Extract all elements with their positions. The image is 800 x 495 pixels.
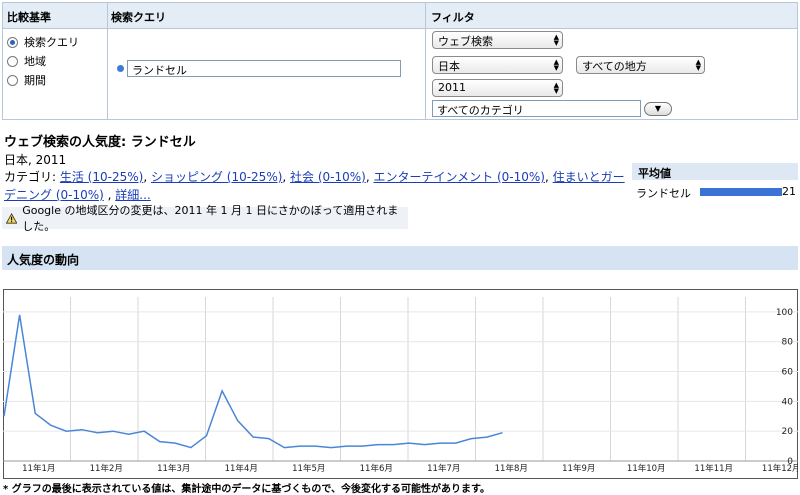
category-input[interactable]: すべてのカテゴリ bbox=[432, 100, 641, 117]
x-tick-label: 11年1月 bbox=[22, 463, 55, 474]
trend-section-header: 人気度の動向 bbox=[2, 246, 798, 270]
x-tick-label: 11年3月 bbox=[157, 463, 190, 474]
radio-compare-region[interactable]: 地域 bbox=[7, 53, 46, 69]
region-change-notice: Google の地域区分の変更は、2011 年 1 月 1 日にさかのぼって適用… bbox=[2, 204, 408, 233]
category-list: カテゴリ: 生活 (10-25%), ショッピング (10-25%), 社会 (… bbox=[4, 170, 625, 202]
categories-label: カテゴリ: bbox=[4, 170, 60, 184]
radio-button[interactable] bbox=[7, 74, 18, 86]
region-select[interactable]: すべての地方 ▲ ▼ bbox=[576, 56, 705, 74]
radio-label: 期間 bbox=[24, 74, 46, 87]
chevron-down-icon: ▼ bbox=[654, 104, 662, 113]
compare-header: 比較基準 bbox=[7, 11, 51, 24]
updown-arrow-icon: ▲ ▼ bbox=[553, 33, 559, 47]
page-subtitle: 日本, 2011 bbox=[4, 153, 67, 167]
y-tick-label: 80 bbox=[782, 338, 794, 348]
y-tick-label: 60 bbox=[782, 368, 794, 378]
filter-header: フィルタ bbox=[431, 11, 475, 24]
radio-compare-period[interactable]: 期間 bbox=[7, 72, 46, 88]
search-term-input[interactable]: ランドセル bbox=[127, 60, 401, 77]
x-tick-label: 11年9月 bbox=[562, 463, 595, 474]
radio-label: 地域 bbox=[24, 55, 46, 68]
select-value: 2011 bbox=[438, 81, 466, 94]
x-tick-label: 11年4月 bbox=[225, 463, 258, 474]
category-dropdown-button[interactable]: ▼ bbox=[644, 102, 672, 116]
y-tick-label: 0 bbox=[787, 457, 793, 467]
x-tick-label: 11年6月 bbox=[360, 463, 393, 474]
radio-label: 検索クエリ bbox=[24, 36, 79, 49]
x-tick-label: 11年5月 bbox=[292, 463, 325, 474]
page-title: ウェブ検索の人気度: ランドセル bbox=[4, 135, 196, 150]
radio-button[interactable] bbox=[7, 55, 18, 67]
average-value: 21 bbox=[782, 185, 796, 198]
updown-arrow-icon: ▲ ▼ bbox=[553, 81, 559, 95]
average-bar bbox=[700, 188, 782, 196]
select-value: 日本 bbox=[438, 60, 460, 73]
select-value: すべての地方 bbox=[582, 60, 647, 73]
chart-footnote: * グラフの最後に表示されている値は、集計途中のデータに基づくもので、今後変化す… bbox=[3, 484, 491, 495]
x-tick-label: 11年11月 bbox=[694, 463, 733, 474]
average-panel: 平均値 ランドセル 21 bbox=[632, 163, 798, 203]
select-value: ウェブ検索 bbox=[438, 35, 493, 48]
category-link[interactable]: 社会 (0-10%) bbox=[290, 170, 366, 184]
notice-text: Google の地域区分の変更は、2011 年 1 月 1 日にさかのぼって適用… bbox=[22, 204, 399, 233]
category-link[interactable]: エンターテインメント (0-10%) bbox=[374, 170, 545, 184]
updown-arrow-icon: ▲ ▼ bbox=[695, 58, 701, 72]
average-row: ランドセル 21 bbox=[636, 185, 798, 200]
x-tick-label: 11年7月 bbox=[427, 463, 460, 474]
average-term: ランドセル bbox=[636, 187, 691, 200]
updown-arrow-icon: ▲ ▼ bbox=[553, 58, 559, 72]
y-tick-label: 20 bbox=[782, 427, 794, 437]
average-header: 平均値 bbox=[632, 163, 798, 180]
trend-chart: 11年1月 11年2月 11年3月 11年4月 11年5月 11年6月 11年7月 11年8月… bbox=[3, 289, 798, 479]
query-header: 検索クエリ bbox=[111, 11, 166, 24]
column-divider bbox=[107, 3, 108, 119]
search-type-select[interactable]: ウェブ検索 ▲ ▼ bbox=[432, 31, 563, 49]
more-categories-link[interactable]: 詳細... bbox=[115, 188, 150, 202]
y-tick-label: 100 bbox=[776, 308, 793, 318]
column-divider bbox=[425, 3, 426, 119]
x-tick-label: 11年2月 bbox=[90, 463, 123, 474]
term-color-dot bbox=[117, 65, 124, 72]
category-link[interactable]: ショッピング (10-25%) bbox=[151, 170, 282, 184]
radio-compare-query[interactable]: 検索クエリ bbox=[7, 34, 79, 50]
warning-icon bbox=[6, 212, 18, 224]
year-select[interactable]: 2011 ▲ ▼ bbox=[432, 79, 563, 97]
y-tick-label: 40 bbox=[782, 397, 794, 407]
filter-panel: 比較基準 検索クエリ フィルタ 検索クエリ 地域 期間 ランドセル ウェブ検索 … bbox=[2, 2, 798, 120]
x-tick-label: 11年10月 bbox=[627, 463, 666, 474]
radio-button-checked[interactable] bbox=[7, 36, 18, 48]
category-link[interactable]: 生活 (10-25%) bbox=[60, 170, 143, 184]
x-tick-label: 11年8月 bbox=[495, 463, 528, 474]
country-select[interactable]: 日本 ▲ ▼ bbox=[432, 56, 563, 74]
